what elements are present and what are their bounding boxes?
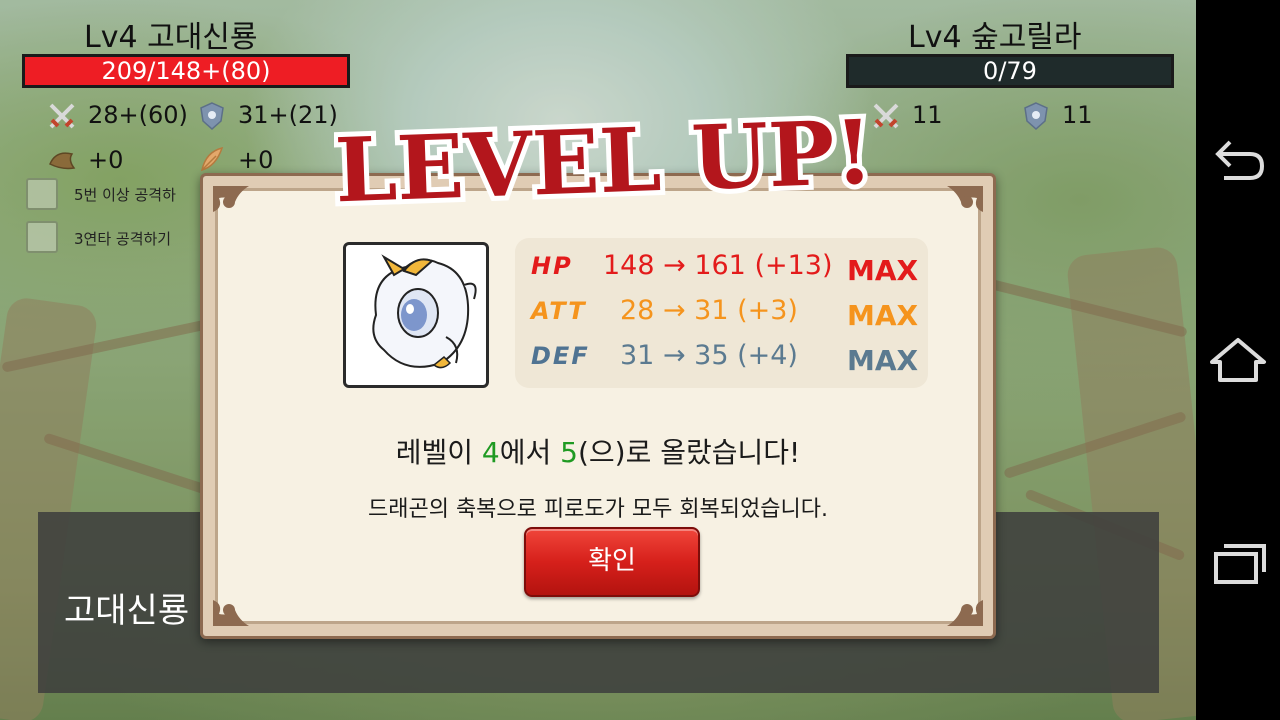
ornament-corner-icon: [947, 600, 983, 626]
levelup-title-text: LEVEL UP!: [334, 100, 874, 220]
level-to: 5: [560, 436, 578, 469]
stat-max-att: MAX: [847, 299, 919, 332]
ornament-corner-icon: [947, 186, 983, 212]
player-hp-bar: 209/148+(80): [22, 54, 350, 88]
sword-icon: [873, 103, 899, 129]
ornament-corner-icon: [213, 600, 249, 626]
dragon-image: [372, 254, 477, 369]
sword-icon: [49, 103, 75, 129]
levelup-title: LEVEL UP!: [334, 100, 874, 220]
player-defense-value: 31+(21): [238, 101, 338, 129]
player-item2-value: +0: [238, 146, 274, 174]
option-label-2: 3연타 공격하기: [74, 230, 172, 248]
feather-icon: [200, 146, 224, 172]
stat-max-hp: MAX: [847, 254, 919, 287]
shield-icon: [200, 102, 224, 131]
levelup-stat-panel: HP 148 → 161 (+13) MAX ATT 28 → 31 (+3) …: [515, 238, 928, 388]
enemy-attack-value: 11: [912, 101, 943, 129]
stat-value-att: 28 → 31 (+3): [620, 295, 798, 326]
enemy-hp-bar: 0/79: [846, 54, 1174, 88]
option-checkbox-1[interactable]: [26, 178, 58, 210]
recents-icon[interactable]: [1206, 532, 1270, 596]
stat-label-hp: HP: [531, 252, 573, 280]
stat-row-hp: HP 148 → 161 (+13) MAX: [515, 248, 928, 288]
fatigue-message: 드래곤의 축복으로 피로도가 모두 회복되었습니다.: [367, 497, 828, 522]
player-item1-value: +0: [88, 146, 124, 174]
stat-label-def: DEF: [531, 342, 590, 370]
back-icon[interactable]: [1206, 128, 1270, 192]
levelup-dialog: HP 148 → 161 (+13) MAX ATT 28 → 31 (+3) …: [200, 173, 996, 639]
enemy-hp-text: 0/79: [983, 57, 1037, 85]
stat-max-def: MAX: [847, 344, 919, 377]
enemy-defense-value: 11: [1062, 101, 1093, 129]
option-label-1: 5번 이상 공격하: [74, 186, 176, 204]
confirm-button[interactable]: 확인: [524, 527, 700, 597]
level-from: 4: [481, 436, 500, 469]
player-attack-value: 28+(60): [88, 101, 188, 129]
levelup-dialog-inner: HP 148 → 161 (+13) MAX ATT 28 → 31 (+3) …: [215, 188, 981, 624]
shield-icon: [1024, 102, 1048, 131]
stat-value-hp: 148 → 161 (+13): [603, 250, 833, 281]
android-nav-bar: [1196, 0, 1280, 720]
player-hp-text: 209/148+(80): [101, 57, 271, 85]
levelup-message-suffix: (으)로 올랐습니다!: [577, 436, 801, 469]
option-checkbox-2[interactable]: [26, 221, 58, 253]
stat-value-def: 31 → 35 (+4): [620, 340, 798, 371]
enemy-name: Lv4 숲고릴라: [908, 20, 1082, 55]
stat-row-def: DEF 31 → 35 (+4) MAX: [515, 338, 928, 378]
battle-log-name: 고대신룡: [64, 591, 190, 631]
levelup-message: 레벨이 4에서 5(으)로 올랐습니다!: [218, 431, 978, 471]
player-name: Lv4 고대신룡: [84, 20, 258, 55]
dragon-portrait: [343, 242, 489, 388]
levelup-message-prefix: 레벨이: [395, 436, 482, 469]
stat-label-att: ATT: [531, 297, 587, 325]
levelup-message-mid: 에서: [499, 436, 561, 469]
ornament-corner-icon: [213, 186, 249, 212]
home-icon[interactable]: [1206, 330, 1270, 394]
stat-row-att: ATT 28 → 31 (+3) MAX: [515, 293, 928, 333]
horn-icon: [49, 152, 76, 170]
